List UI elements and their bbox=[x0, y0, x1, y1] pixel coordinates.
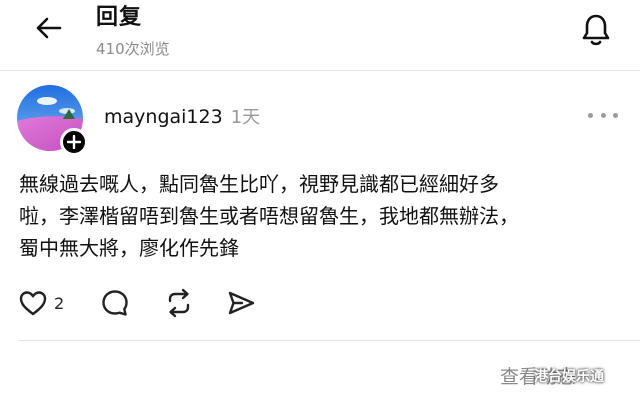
like-count: 2 bbox=[54, 293, 65, 313]
reply-button[interactable] bbox=[100, 288, 130, 318]
post-meta: mayngai123 1天 bbox=[104, 103, 260, 129]
avatar-container[interactable] bbox=[17, 85, 88, 156]
post-divider bbox=[18, 340, 640, 341]
view-count: 410次浏览 bbox=[96, 40, 170, 58]
title-block: 回复 410次浏览 bbox=[96, 4, 170, 60]
comment-icon bbox=[102, 290, 128, 316]
top-bar: 回复 410次浏览 bbox=[0, 0, 640, 70]
post-body: 無線過去嘅人，點同魯生比吖，視野見識都已經細好多 啦，李澤楷留唔到魯生或者唔想留… bbox=[19, 168, 609, 264]
follow-button[interactable] bbox=[60, 128, 88, 156]
arrow-left-icon bbox=[36, 17, 62, 39]
back-button[interactable] bbox=[28, 12, 68, 44]
watermark: 港台娱乐通 bbox=[534, 369, 604, 385]
like-button[interactable]: 2 bbox=[18, 289, 64, 317]
heart-icon bbox=[19, 291, 47, 316]
more-dot bbox=[613, 112, 618, 118]
repost-button[interactable] bbox=[164, 288, 194, 318]
post-time: 1天 bbox=[230, 107, 261, 128]
more-options-button[interactable] bbox=[588, 107, 618, 123]
bell-icon bbox=[582, 14, 610, 46]
post: mayngai123 1天 無線過去嘅人，點同魯生比吖，視野見識都已經細好多 啦… bbox=[0, 71, 640, 341]
repost-icon bbox=[168, 288, 190, 318]
post-line: 無線過去嘅人，點同魯生比吖，視野見識都已經細好多 bbox=[19, 172, 499, 196]
more-dot bbox=[600, 112, 606, 118]
post-line: 蜀中無大將，廖化作先鋒 bbox=[19, 236, 239, 260]
share-button[interactable] bbox=[226, 288, 256, 318]
notifications-button[interactable] bbox=[576, 10, 616, 50]
page-title: 回复 bbox=[96, 5, 143, 30]
action-bar: 2 bbox=[18, 286, 256, 320]
send-icon bbox=[228, 291, 255, 315]
more-dot bbox=[588, 112, 593, 118]
post-line: 啦，李澤楷留唔到魯生或者唔想留魯生，我地都無辦法， bbox=[19, 204, 519, 228]
plus-icon bbox=[67, 135, 81, 149]
username[interactable]: mayngai123 bbox=[104, 106, 223, 128]
